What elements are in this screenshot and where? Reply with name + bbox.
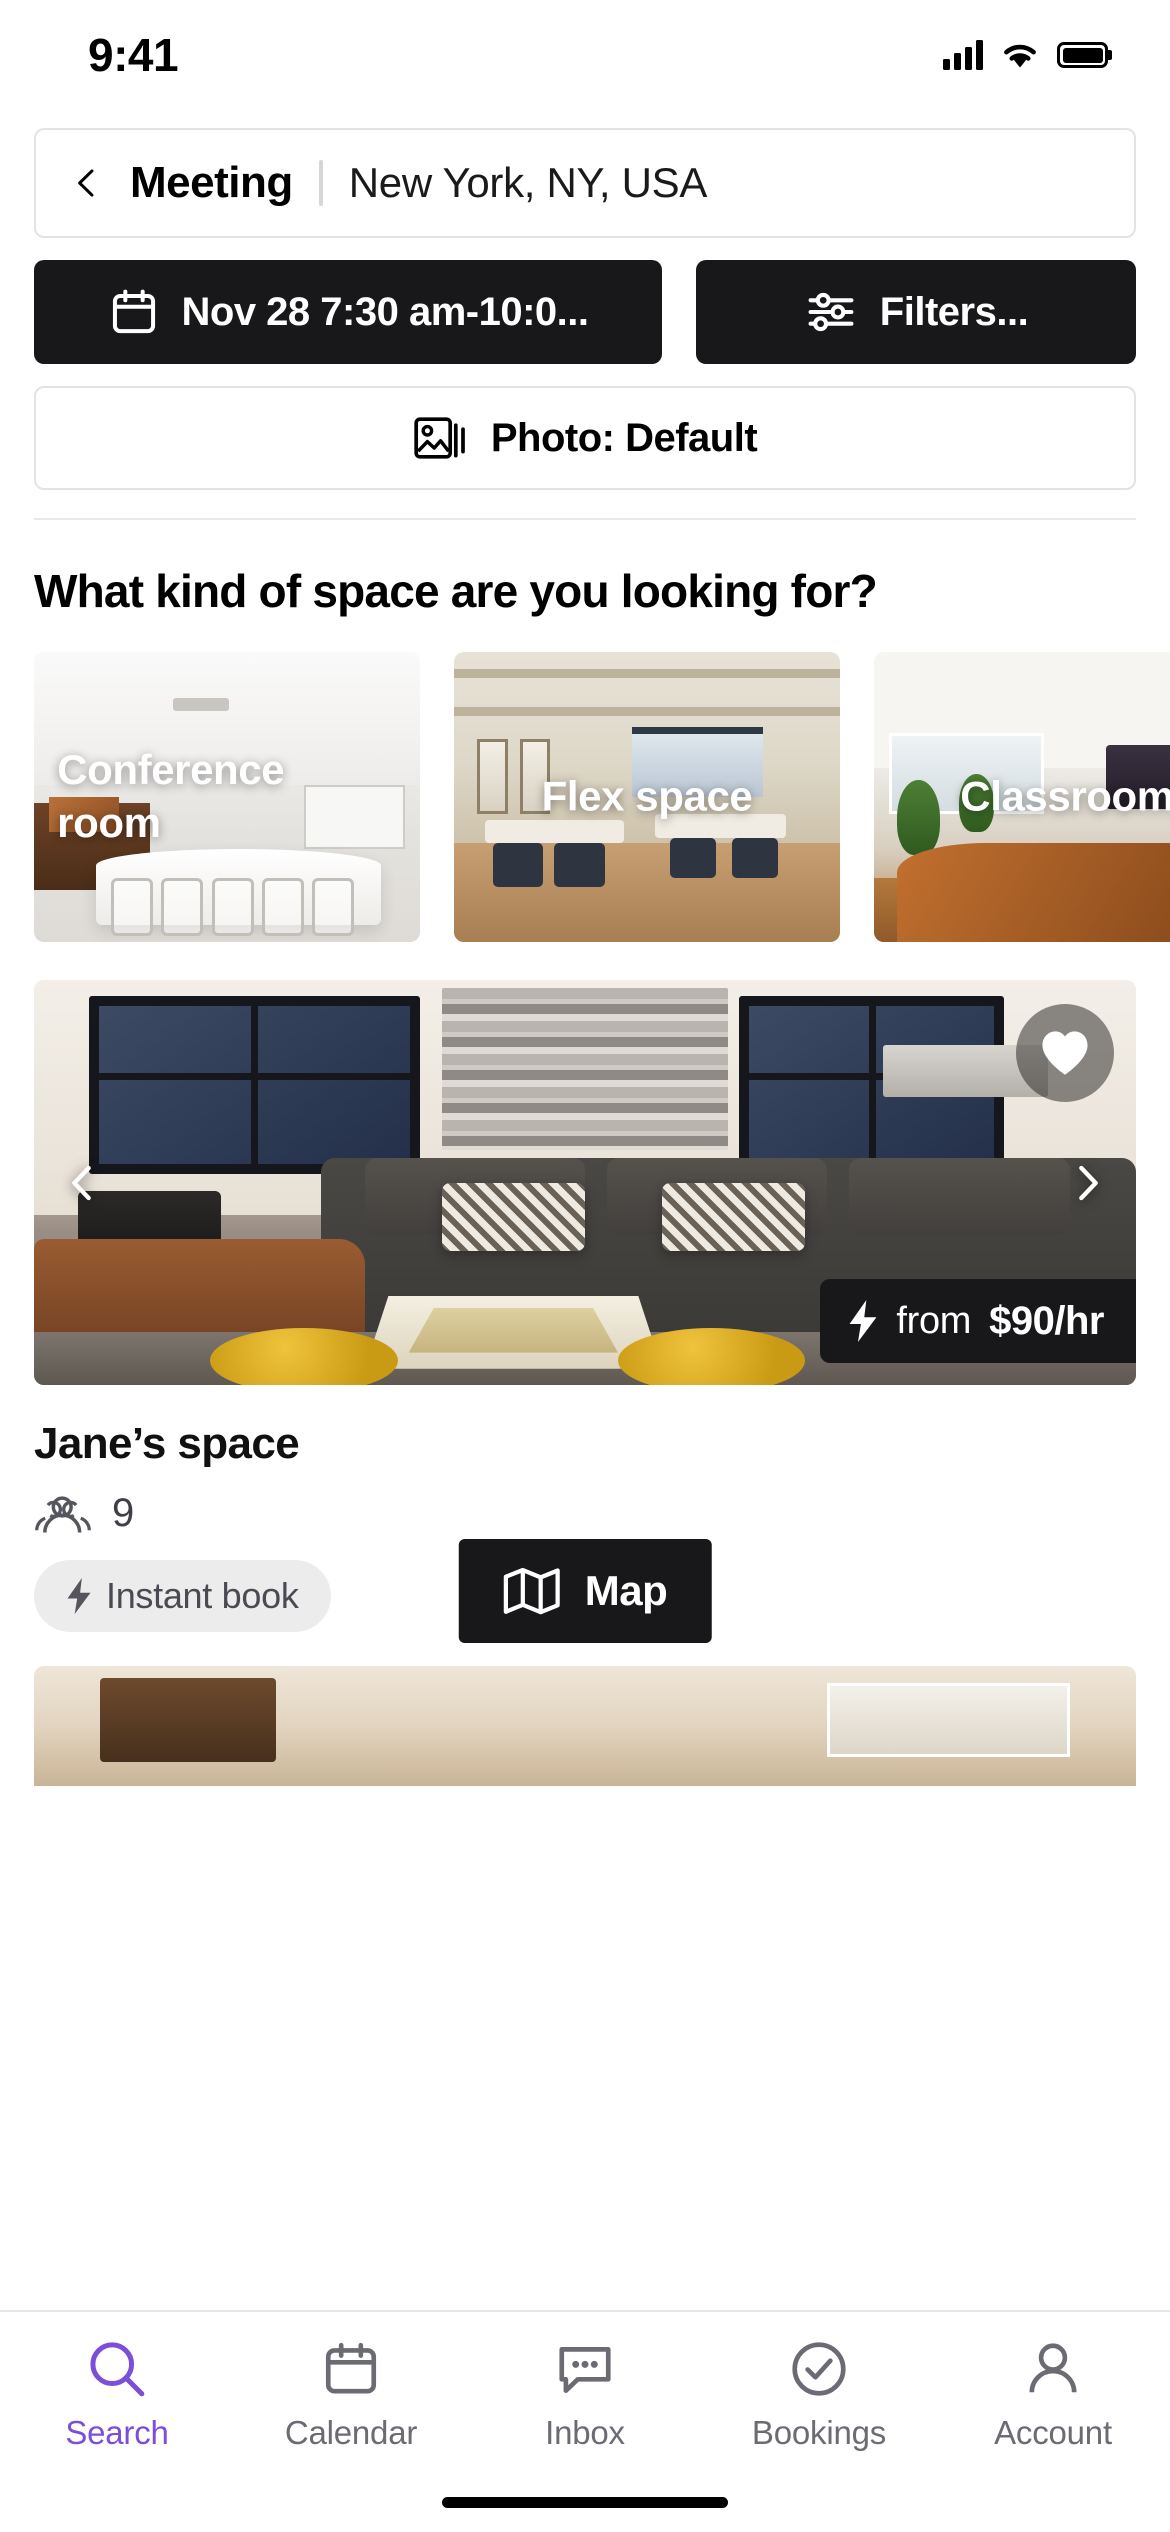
tab-label: Calendar bbox=[284, 2414, 418, 2451]
category-card-label: Flex space bbox=[541, 772, 753, 820]
next-listing-peek[interactable] bbox=[34, 1666, 1136, 1786]
tab-search[interactable]: Search bbox=[0, 2338, 234, 2452]
map-button-label: Map bbox=[584, 1567, 668, 1614]
people-icon bbox=[35, 1495, 91, 1533]
status-bar-indicators bbox=[943, 40, 1108, 70]
price-amount: $90/hr bbox=[989, 1298, 1104, 1343]
listing-title[interactable]: Jane’s space bbox=[34, 1419, 1136, 1469]
photo-filter-button[interactable]: Photo: Default bbox=[34, 386, 1136, 490]
price-prefix: from bbox=[896, 1299, 972, 1342]
tab-bookings[interactable]: Bookings bbox=[702, 2338, 936, 2452]
bottom-tab-bar: Search Calendar Inbox Bookings Account bbox=[0, 2310, 1170, 2532]
capacity-value: 9 bbox=[112, 1491, 135, 1535]
price-badge: from $90/hr bbox=[820, 1279, 1136, 1363]
listing-card[interactable]: from $90/hr Jane’s space 9 Instant book … bbox=[0, 980, 1170, 1643]
tab-calendar[interactable]: Calendar bbox=[234, 2338, 468, 2452]
cellular-signal-icon bbox=[943, 40, 983, 70]
search-results-content: What kind of space are you looking for? … bbox=[0, 520, 1170, 1786]
heart-filled-icon bbox=[1042, 1031, 1088, 1075]
carousel-prev-button[interactable] bbox=[56, 1157, 108, 1209]
tab-label: Search bbox=[65, 2414, 169, 2451]
filters-button-label: Filters... bbox=[879, 289, 1029, 334]
battery-full-icon bbox=[1057, 42, 1108, 68]
person-icon bbox=[1029, 2343, 1077, 2393]
calendar-icon bbox=[112, 289, 155, 334]
home-indicator bbox=[442, 2497, 728, 2508]
section-title: What kind of space are you looking for? bbox=[34, 565, 878, 617]
favorite-button[interactable] bbox=[1016, 1004, 1114, 1102]
search-type-label[interactable]: Meeting bbox=[130, 158, 293, 208]
category-card-classroom[interactable]: Classroom bbox=[874, 652, 1170, 942]
instant-book-badge: Instant book bbox=[34, 1560, 331, 1632]
tab-label: Bookings bbox=[751, 2414, 887, 2451]
status-bar-time: 9:41 bbox=[88, 29, 179, 81]
chevron-right-icon bbox=[1079, 1165, 1098, 1200]
tab-account[interactable]: Account bbox=[936, 2338, 1170, 2452]
tab-inbox[interactable]: Inbox bbox=[468, 2338, 702, 2452]
instant-book-label: Instant book bbox=[106, 1575, 299, 1616]
tab-label: Inbox bbox=[545, 2414, 625, 2451]
search-header: Meeting New York, NY, USA Nov 28 7:30 am… bbox=[0, 110, 1170, 520]
map-icon bbox=[503, 1567, 560, 1615]
category-card-conference-room[interactable]: Conference room bbox=[34, 652, 420, 942]
search-bar[interactable]: Meeting New York, NY, USA bbox=[34, 128, 1136, 238]
search-location-label[interactable]: New York, NY, USA bbox=[349, 159, 708, 207]
chevron-left-icon bbox=[72, 1165, 91, 1200]
sliders-icon bbox=[808, 292, 854, 332]
photo-stack-icon bbox=[414, 417, 465, 459]
tab-label: Account bbox=[994, 2414, 1112, 2451]
filter-button-row: Nov 28 7:30 am-10:0... Filters... bbox=[34, 260, 1136, 364]
lightning-bolt-icon bbox=[67, 1578, 91, 1614]
photo-filter-label: Photo: Default bbox=[490, 415, 758, 460]
lightning-bolt-icon bbox=[849, 1300, 877, 1342]
listing-meta: 9 Instant book Map bbox=[34, 1491, 1136, 1643]
date-time-filter-label: Nov 28 7:30 am-10:0... bbox=[181, 289, 590, 334]
next-listing-photo bbox=[34, 1666, 1136, 1786]
category-card-label: Conference room bbox=[57, 746, 285, 846]
category-card-flex-space[interactable]: Flex space bbox=[454, 652, 840, 942]
search-icon bbox=[90, 2342, 145, 2397]
search-divider bbox=[318, 160, 323, 206]
wifi-icon bbox=[1004, 44, 1036, 67]
listing-photo-carousel[interactable]: from $90/hr bbox=[34, 980, 1136, 1385]
category-card-label: Classroom bbox=[960, 772, 1170, 820]
chat-icon bbox=[559, 2347, 611, 2394]
category-carousel[interactable]: Conference room Flex space Classroom bbox=[0, 652, 1170, 942]
map-toggle-button[interactable]: Map bbox=[458, 1539, 712, 1643]
check-circle-icon bbox=[792, 2342, 846, 2396]
back-chevron-icon[interactable] bbox=[70, 166, 104, 200]
carousel-next-button[interactable] bbox=[1062, 1157, 1114, 1209]
calendar-icon bbox=[325, 2342, 377, 2394]
status-bar: 9:41 bbox=[0, 0, 1170, 110]
capacity-row: 9 bbox=[34, 1491, 1136, 1536]
filters-button[interactable]: Filters... bbox=[696, 260, 1136, 364]
date-time-filter-button[interactable]: Nov 28 7:30 am-10:0... bbox=[34, 260, 662, 364]
